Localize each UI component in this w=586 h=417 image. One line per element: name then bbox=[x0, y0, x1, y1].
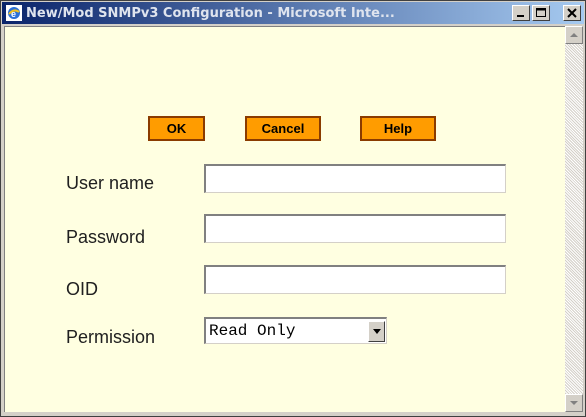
browser-window: e New/Mod SNMPv3 Configuration - Microso… bbox=[0, 0, 586, 417]
title-bar[interactable]: e New/Mod SNMPv3 Configuration - Microso… bbox=[2, 2, 584, 24]
maximize-button[interactable] bbox=[532, 5, 550, 21]
close-button[interactable] bbox=[563, 5, 581, 21]
maximize-icon bbox=[536, 8, 546, 17]
scroll-up-button[interactable] bbox=[565, 26, 583, 44]
oid-input[interactable] bbox=[204, 265, 506, 294]
ok-button[interactable]: OK bbox=[148, 116, 205, 141]
password-input[interactable] bbox=[204, 214, 506, 243]
arrow-down-icon bbox=[570, 401, 578, 405]
vertical-scrollbar[interactable] bbox=[565, 26, 583, 412]
permission-label: Permission bbox=[66, 327, 156, 347]
permission-select[interactable]: Read Only bbox=[204, 317, 387, 344]
dropdown-button[interactable] bbox=[368, 320, 385, 342]
svg-text:e: e bbox=[11, 9, 16, 19]
window-title: New/Mod SNMPv3 Configuration - Microsoft… bbox=[26, 5, 395, 21]
ie-icon: e bbox=[6, 5, 22, 21]
minimize-button[interactable] bbox=[512, 5, 530, 21]
scroll-down-button[interactable] bbox=[565, 394, 583, 412]
password-label: Password bbox=[66, 227, 146, 247]
close-icon bbox=[567, 8, 577, 18]
oid-label: OID bbox=[66, 279, 99, 299]
chevron-down-icon bbox=[372, 328, 381, 334]
permission-selected-value: Read Only bbox=[209, 322, 296, 340]
cancel-button[interactable]: Cancel bbox=[245, 116, 321, 141]
username-label: User name bbox=[66, 173, 155, 193]
arrow-up-icon bbox=[570, 33, 578, 37]
help-button[interactable]: Help bbox=[360, 116, 436, 141]
minimize-icon bbox=[517, 15, 524, 17]
username-input[interactable] bbox=[204, 164, 506, 193]
